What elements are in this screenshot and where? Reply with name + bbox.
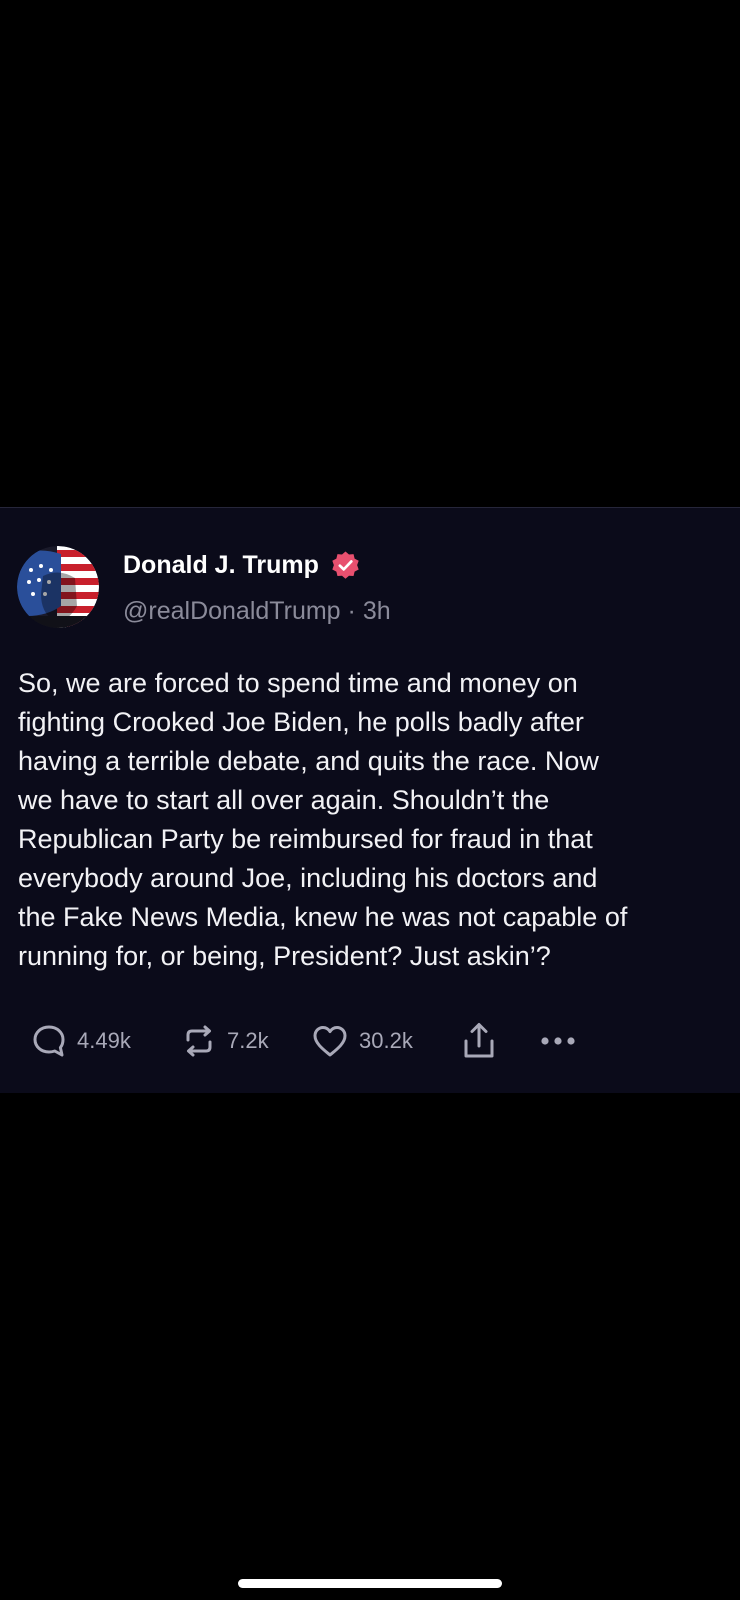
share-button[interactable]: [460, 1021, 538, 1061]
author-meta: @realDonaldTrump · 3h: [123, 597, 391, 626]
author-handle[interactable]: @realDonaldTrump: [123, 597, 341, 625]
like-button[interactable]: 30.2k: [310, 1022, 460, 1060]
avatar[interactable]: [17, 546, 99, 628]
reply-icon: [30, 1022, 68, 1060]
reply-count: 4.49k: [77, 1028, 131, 1053]
heart-icon: [310, 1022, 350, 1060]
more-button[interactable]: [538, 1034, 578, 1048]
meta-separator: ·: [340, 597, 363, 625]
repost-icon: [180, 1022, 218, 1060]
author-name-text: Donald J. Trump: [123, 551, 319, 579]
avatar-image: [17, 546, 99, 628]
action-bar: 4.49k 7.2k 30.2k: [30, 1021, 578, 1061]
home-indicator[interactable]: [238, 1579, 502, 1588]
verified-badge-icon: [330, 550, 361, 581]
screen: Donald J. Trump @realDonaldTrump · 3h So…: [0, 0, 740, 1600]
reply-button[interactable]: 4.49k: [30, 1022, 180, 1060]
repost-count: 7.2k: [227, 1028, 269, 1053]
more-icon: [538, 1034, 578, 1048]
like-count: 30.2k: [359, 1028, 413, 1053]
post-card[interactable]: Donald J. Trump @realDonaldTrump · 3h So…: [0, 507, 740, 1093]
post-timestamp[interactable]: 3h: [363, 597, 391, 625]
share-icon: [460, 1021, 498, 1061]
repost-button[interactable]: 7.2k: [180, 1022, 310, 1060]
author-name[interactable]: Donald J. Trump: [123, 550, 361, 581]
post-body: So, we are forced to spend time and mone…: [18, 668, 628, 971]
